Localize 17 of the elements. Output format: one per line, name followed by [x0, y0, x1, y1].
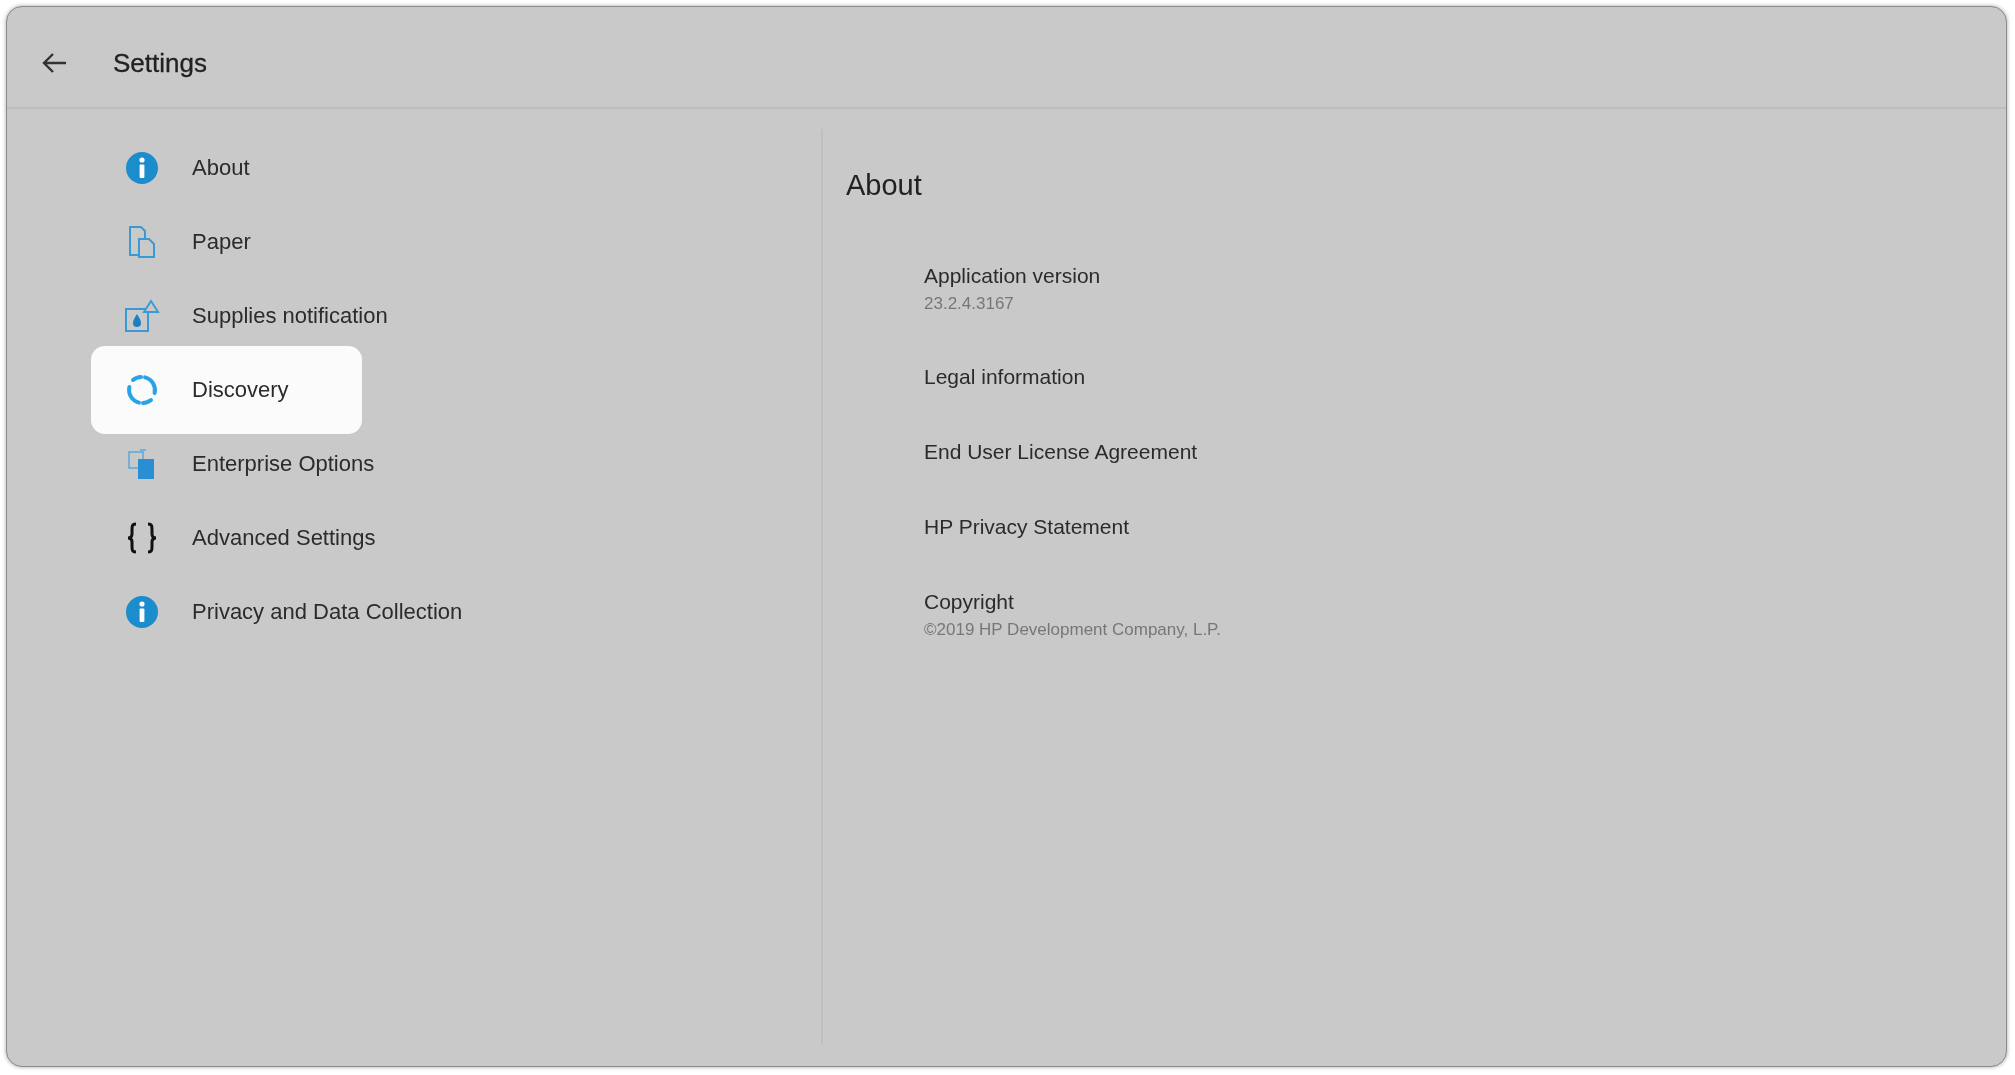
pages-icon	[127, 225, 157, 259]
entry-value: ©2019 HP Development Company, L.P.	[924, 619, 1221, 641]
back-arrow-icon	[41, 52, 67, 74]
nav-item[interactable]: Discovery	[91, 346, 362, 434]
entry-value: 23.2.4.3167	[924, 293, 1014, 315]
braces-icon	[125, 521, 159, 555]
entry-title[interactable]: Legal information	[924, 362, 1086, 392]
window-title: Settings	[113, 47, 207, 79]
entry-title[interactable]: HP Privacy Statement	[924, 512, 1130, 542]
info-icon	[125, 595, 159, 629]
entry-title[interactable]: Application version	[924, 261, 1101, 291]
section-heading: About	[846, 168, 922, 203]
refresh-icon	[125, 373, 159, 407]
entry-title[interactable]: Copyright	[924, 587, 1014, 617]
ink-warning-icon	[124, 299, 160, 333]
info-icon	[125, 151, 159, 185]
entry-title[interactable]: End User License Agreement	[924, 437, 1198, 467]
